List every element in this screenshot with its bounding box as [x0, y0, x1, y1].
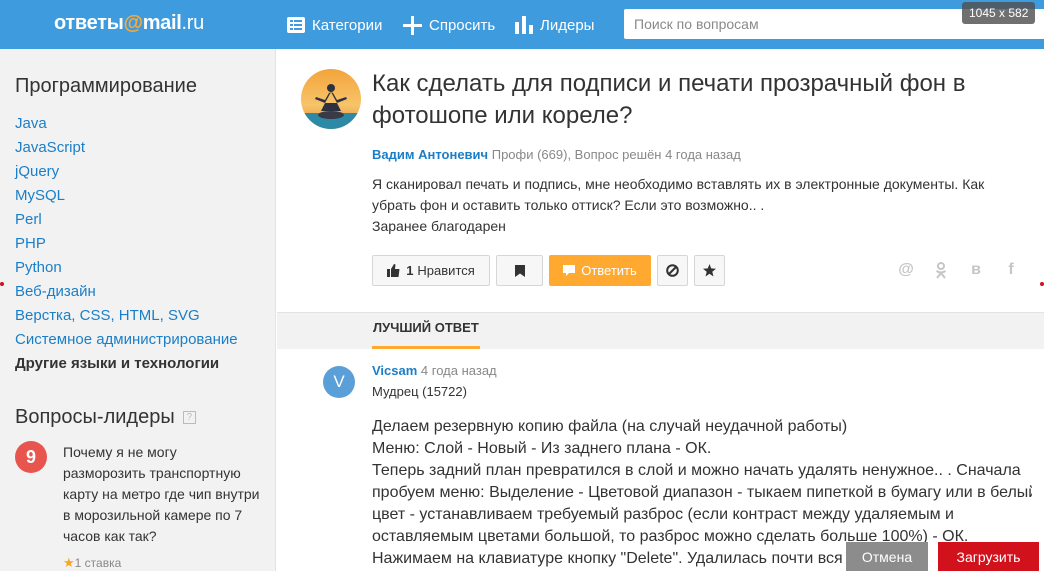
- nav-ask-label: Спросить: [429, 16, 496, 34]
- leaders-title-text: Вопросы-лидеры: [15, 406, 175, 428]
- answer-label: Ответить: [581, 263, 637, 278]
- sidebar-item-layout-css[interactable]: Верстка, CSS, HTML, SVG: [15, 304, 238, 328]
- edge-marker: [0, 282, 4, 286]
- like-label: Нравится: [417, 263, 475, 278]
- speech-bubble-icon: [563, 264, 576, 276]
- answer-body-line: пробуем меню: Выделение - Цветовой диапа…: [372, 484, 1032, 501]
- answer-button[interactable]: Ответить: [549, 255, 651, 286]
- meditation-avatar-image: [301, 69, 361, 129]
- sidebar: Программирование Java JavaScript jQuery …: [0, 49, 276, 571]
- logo-mail: mail: [142, 12, 182, 34]
- nav-ask[interactable]: Спросить: [403, 13, 495, 37]
- bookmark-icon: [514, 264, 525, 277]
- answer-author-link[interactable]: Vicsam: [372, 363, 417, 378]
- nav-leaders-label: Лидеры: [540, 16, 595, 34]
- bookmark-button[interactable]: [496, 255, 543, 286]
- sidebar-item-perl[interactable]: Perl: [15, 208, 238, 232]
- odnoklassniki-share-icon[interactable]: [932, 261, 950, 279]
- question-body-line: убрать фон и оставить только оттиск? Есл…: [372, 197, 765, 213]
- question-author-avatar[interactable]: [301, 69, 361, 129]
- answer-author-avatar[interactable]: V: [323, 366, 355, 398]
- answer-body: Делаем резервную копию файла (на случай …: [372, 416, 1032, 570]
- answer-body-line: цвет - устанавливаем требуемый разброс (…: [372, 506, 954, 523]
- sidebar-item-java[interactable]: Java: [15, 112, 238, 136]
- block-button[interactable]: [657, 255, 688, 286]
- bar-chart-icon: [515, 16, 533, 34]
- nav-categories[interactable]: Категории: [287, 13, 382, 37]
- nav-categories-label: Категории: [312, 16, 383, 34]
- sidebar-item-jquery[interactable]: jQuery: [15, 160, 238, 184]
- sidebar-item-other-languages[interactable]: Другие языки и технологии: [15, 352, 238, 376]
- question-body-line: Заранее благодарен: [372, 218, 506, 234]
- sidebar-item-sysadmin[interactable]: Системное администрирование: [15, 328, 238, 352]
- question-title: Как сделать для подписи и печати прозрач…: [372, 70, 966, 129]
- question-author-link[interactable]: Вадим Антоневич: [372, 147, 488, 162]
- site-logo[interactable]: ответы@mail.ru: [54, 12, 204, 35]
- answer-time: 4 года назад: [420, 363, 497, 378]
- question-body: Я сканировал печать и подпись, мне необх…: [372, 174, 1032, 237]
- sidebar-item-web-design[interactable]: Веб-дизайн: [15, 280, 238, 304]
- nav-leaders[interactable]: Лидеры: [515, 13, 594, 37]
- logo-ru: .ru: [181, 12, 205, 34]
- category-title: Программирование: [15, 75, 197, 97]
- vk-share-icon[interactable]: в: [967, 261, 985, 279]
- sidebar-item-javascript[interactable]: JavaScript: [15, 136, 238, 160]
- logo-at: @: [123, 12, 143, 34]
- thumbs-up-icon: [387, 264, 400, 277]
- leaders-title: Вопросы-лидеры ?: [15, 406, 196, 429]
- top-navbar: ответы@mail.ru Категории Спросить Лидеры…: [0, 0, 1044, 49]
- like-button[interactable]: 1 Нравится: [372, 255, 490, 286]
- answer-body-line: оставляемым цветами большой, то разброс …: [372, 528, 969, 545]
- answer-body-line: Теперь задний план превратился в слой и …: [372, 462, 1021, 479]
- sidebar-item-php[interactable]: PHP: [15, 232, 238, 256]
- email-share-icon[interactable]: @: [897, 261, 915, 279]
- leader-stake-text: 1 ставка: [74, 556, 122, 570]
- question-meta: Вадим Антоневич Профи (669), Вопрос решё…: [372, 147, 741, 162]
- plus-icon: [403, 15, 422, 35]
- answer-body-line: Меню: Слой - Новый - Из заднего плана - …: [372, 440, 712, 457]
- like-count: 1: [406, 263, 414, 278]
- cancel-button[interactable]: Отмена: [846, 542, 928, 571]
- answer-body-line: Делаем резервную копию файла (на случай …: [372, 418, 848, 435]
- edge-marker: [1040, 282, 1044, 286]
- question-meta-text: Профи (669), Вопрос решён 4 года назад: [491, 147, 741, 162]
- facebook-share-icon[interactable]: f: [1002, 261, 1020, 279]
- category-list: Java JavaScript jQuery MySQL Perl PHP Py…: [15, 112, 238, 376]
- leader-rank-badge: 9: [15, 441, 47, 473]
- sidebar-item-python[interactable]: Python: [15, 256, 238, 280]
- answer-author-rank: Мудрец (15722): [372, 384, 467, 399]
- answer-body-line: Нажимаем на клавиатуре кнопку "Delete". …: [372, 550, 899, 567]
- leader-stake: ★1 ставка: [63, 555, 121, 571]
- leader-question-link[interactable]: Почему я не могу разморозить транспортну…: [63, 442, 263, 547]
- list-icon: [287, 17, 305, 33]
- sidebar-item-mysql[interactable]: MySQL: [15, 184, 238, 208]
- answer-meta: Vicsam 4 года назад: [372, 363, 497, 378]
- tab-best-answer[interactable]: ЛУЧШИЙ ОТВЕТ: [372, 312, 480, 349]
- logo-text: ответы: [54, 12, 124, 34]
- block-icon: [666, 264, 679, 277]
- size-badge: 1045 x 582: [962, 2, 1036, 24]
- question-body-line: Я сканировал печать и подпись, мне необх…: [372, 176, 985, 192]
- star-icon: [703, 264, 716, 277]
- upload-button[interactable]: Загрузить: [938, 542, 1039, 571]
- favorite-button[interactable]: [694, 255, 725, 286]
- star-icon: ★: [63, 555, 75, 570]
- help-icon[interactable]: ?: [182, 411, 196, 424]
